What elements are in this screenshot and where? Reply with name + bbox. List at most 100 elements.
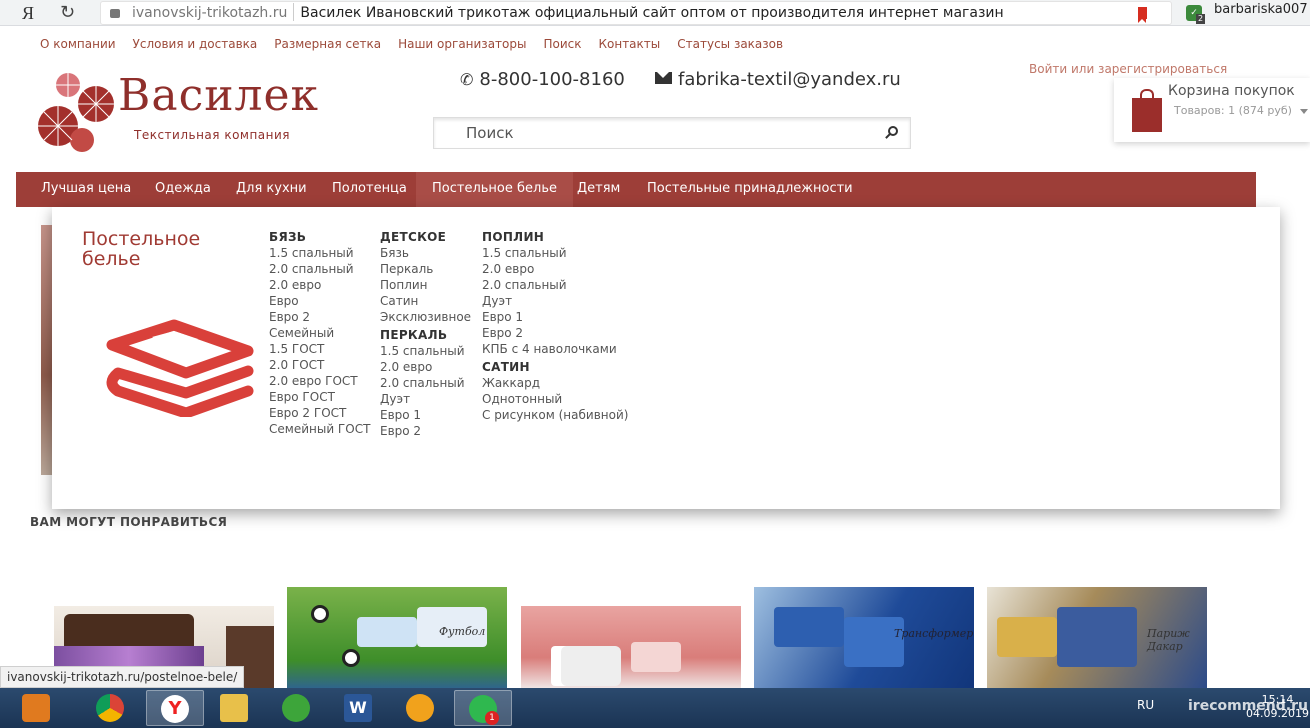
nav-item-clothing[interactable]: Одежда <box>139 172 227 207</box>
recommend-title: ВАМ МОГУТ ПОНРАВИТЬСЯ <box>30 515 228 529</box>
mega-col-heading[interactable]: ПЕРКАЛЬ <box>380 327 471 343</box>
whatsapp-badge: 1 <box>485 711 499 725</box>
logo-subtitle: Текстильная компания <box>134 128 291 142</box>
product-thumb[interactable]: Футбол <box>287 587 507 692</box>
top-link-sizes[interactable]: Размерная сетка <box>274 37 381 51</box>
mega-link[interactable]: Евро <box>269 293 370 309</box>
os-taskbar: Y W 1 RU 15:14 04.09.2019 <box>0 688 1310 728</box>
top-link-contacts[interactable]: Контакты <box>598 37 660 51</box>
mega-link[interactable]: Семейный <box>269 325 370 341</box>
top-link-order-status[interactable]: Статусы заказов <box>677 37 783 51</box>
mega-link[interactable]: 2.0 спальный <box>380 375 471 391</box>
mega-link[interactable]: Евро ГОСТ <box>269 389 370 405</box>
phone-number: 8-800-100-8160 <box>479 69 625 90</box>
extension-icon[interactable]: ✓ 2 <box>1186 5 1206 24</box>
top-link-organizers[interactable]: Наши организаторы <box>398 37 526 51</box>
mega-link[interactable]: Евро 2 ГОСТ <box>269 405 370 421</box>
mega-link[interactable]: Евро 2 <box>482 325 628 341</box>
site-logo[interactable]: Василек Текстильная компания <box>38 70 318 154</box>
mega-link[interactable]: Евро 2 <box>269 309 370 325</box>
language-indicator[interactable]: RU <box>1137 698 1154 712</box>
thumb-label: Трансформеры <box>894 627 974 640</box>
mega-link[interactable]: С рисунком (набивной) <box>482 407 628 423</box>
mega-col-calico: БЯЗЬ 1.5 спальный 2.0 спальный 2.0 евро … <box>269 229 370 437</box>
chevron-down-icon[interactable] <box>1300 109 1308 114</box>
yandex-logo-icon[interactable]: Я <box>22 3 34 24</box>
browser-username[interactable]: barbariska007 <box>1214 2 1308 17</box>
mega-link[interactable]: 1.5 спальный <box>482 245 628 261</box>
nav-item-bed-linen[interactable]: Постельное белье <box>416 172 573 207</box>
taskbar-word[interactable]: W <box>330 690 388 726</box>
search-icon[interactable] <box>888 126 898 136</box>
mega-col-heading[interactable]: САТИН <box>482 359 628 375</box>
product-thumb[interactable] <box>521 606 741 692</box>
reload-icon[interactable]: ↻ <box>60 2 75 23</box>
mega-link[interactable]: Дуэт <box>482 293 628 309</box>
taskbar-app[interactable] <box>392 690 450 726</box>
mega-link[interactable]: Перкаль <box>380 261 471 277</box>
bed-linen-stack-icon <box>106 319 254 417</box>
mega-col-poplin: ПОПЛИН 1.5 спальный 2.0 евро 2.0 спальны… <box>482 229 628 423</box>
main-nav: Лучшая цена Одежда Для кухни Полотенца П… <box>16 172 1256 207</box>
mega-col-kids: ДЕТСКОЕ Бязь Перкаль Поплин Сатин Эксклю… <box>380 229 471 439</box>
top-link-about[interactable]: О компании <box>40 37 116 51</box>
phone-contact[interactable]: ✆ 8-800-100-8160 <box>460 69 625 90</box>
nav-item-kitchen[interactable]: Для кухни <box>220 172 323 207</box>
thumb-label: Футбол <box>439 625 486 638</box>
taskbar-utorrent[interactable] <box>268 690 326 726</box>
mega-link[interactable]: 1.5 спальный <box>380 343 471 359</box>
mega-link[interactable]: Семейный ГОСТ <box>269 421 370 437</box>
mega-link[interactable]: 2.0 спальный <box>482 277 628 293</box>
mega-menu: Постельное белье БЯЗЬ 1.5 спальный 2.0 с… <box>52 207 1280 509</box>
mega-link[interactable]: Евро 1 <box>380 407 471 423</box>
mega-col-heading[interactable]: ДЕТСКОЕ <box>380 229 471 245</box>
mega-link[interactable]: 2.0 евро <box>482 261 628 277</box>
mega-col-heading[interactable]: ПОПЛИН <box>482 229 628 245</box>
mega-link[interactable]: Жаккард <box>482 375 628 391</box>
taskbar-media-player[interactable] <box>8 690 66 726</box>
mega-link[interactable]: 1.5 ГОСТ <box>269 341 370 357</box>
mega-link[interactable]: Эксклюзивное <box>380 309 471 325</box>
search-box <box>433 117 911 149</box>
product-thumb[interactable]: Париж Дакар <box>987 587 1207 692</box>
mega-link[interactable]: Однотонный <box>482 391 628 407</box>
mega-link[interactable]: Евро 2 <box>380 423 471 439</box>
taskbar-whatsapp[interactable]: 1 <box>454 690 512 726</box>
mega-link[interactable]: Дуэт <box>380 391 471 407</box>
nav-item-bedding-accessories[interactable]: Постельные принадлежности <box>631 172 869 207</box>
status-bar-url: ivanovskij-trikotazh.ru/postelnoe-bele/ <box>0 666 245 688</box>
mega-link[interactable]: Поплин <box>380 277 471 293</box>
product-thumb[interactable]: Трансформеры <box>754 587 974 692</box>
shopping-cart[interactable]: Корзина покупок Товаров: 1 (874 руб) <box>1114 78 1310 142</box>
mega-link[interactable]: Сатин <box>380 293 471 309</box>
extension-badge: 2 <box>1196 14 1206 24</box>
mega-link[interactable]: 2.0 евро ГОСТ <box>269 373 370 389</box>
search-input[interactable] <box>466 124 866 142</box>
envelope-icon <box>655 72 672 84</box>
nav-item-kids[interactable]: Детям <box>561 172 636 207</box>
mega-link[interactable]: 2.0 ГОСТ <box>269 357 370 373</box>
top-link-search[interactable]: Поиск <box>543 37 581 51</box>
mega-link[interactable]: 2.0 спальный <box>269 261 370 277</box>
nav-item-best-price[interactable]: Лучшая цена <box>25 172 147 207</box>
top-link-delivery[interactable]: Условия и доставка <box>133 37 258 51</box>
mega-col-heading[interactable]: БЯЗЬ <box>269 229 370 245</box>
bookmark-icon[interactable] <box>1138 7 1147 23</box>
cart-info: Товаров: 1 (874 руб) <box>1174 104 1292 117</box>
logo-title: Василек <box>118 70 320 121</box>
mega-menu-title: Постельное белье <box>82 228 201 270</box>
mega-link[interactable]: 1.5 спальный <box>269 245 370 261</box>
mega-link[interactable]: КПБ с 4 наволочками <box>482 341 628 357</box>
mega-link[interactable]: Бязь <box>380 245 471 261</box>
watermark: irecommend.ru <box>1188 698 1308 714</box>
mega-link[interactable]: 2.0 евро <box>380 359 471 375</box>
address-bar[interactable]: ivanovskij-trikotazh.ru Василек Ивановски… <box>100 1 1172 25</box>
mega-link[interactable]: 2.0 евро <box>269 277 370 293</box>
taskbar-yandex-browser[interactable]: Y <box>146 690 204 726</box>
nav-item-towels[interactable]: Полотенца <box>316 172 423 207</box>
mega-link[interactable]: Евро 1 <box>482 309 628 325</box>
taskbar-explorer[interactable] <box>206 690 264 726</box>
taskbar-chrome[interactable] <box>82 690 140 726</box>
login-link[interactable]: Войти или зарегистрироваться <box>1029 62 1227 76</box>
email-contact[interactable]: fabrika-textil@yandex.ru <box>655 69 901 90</box>
